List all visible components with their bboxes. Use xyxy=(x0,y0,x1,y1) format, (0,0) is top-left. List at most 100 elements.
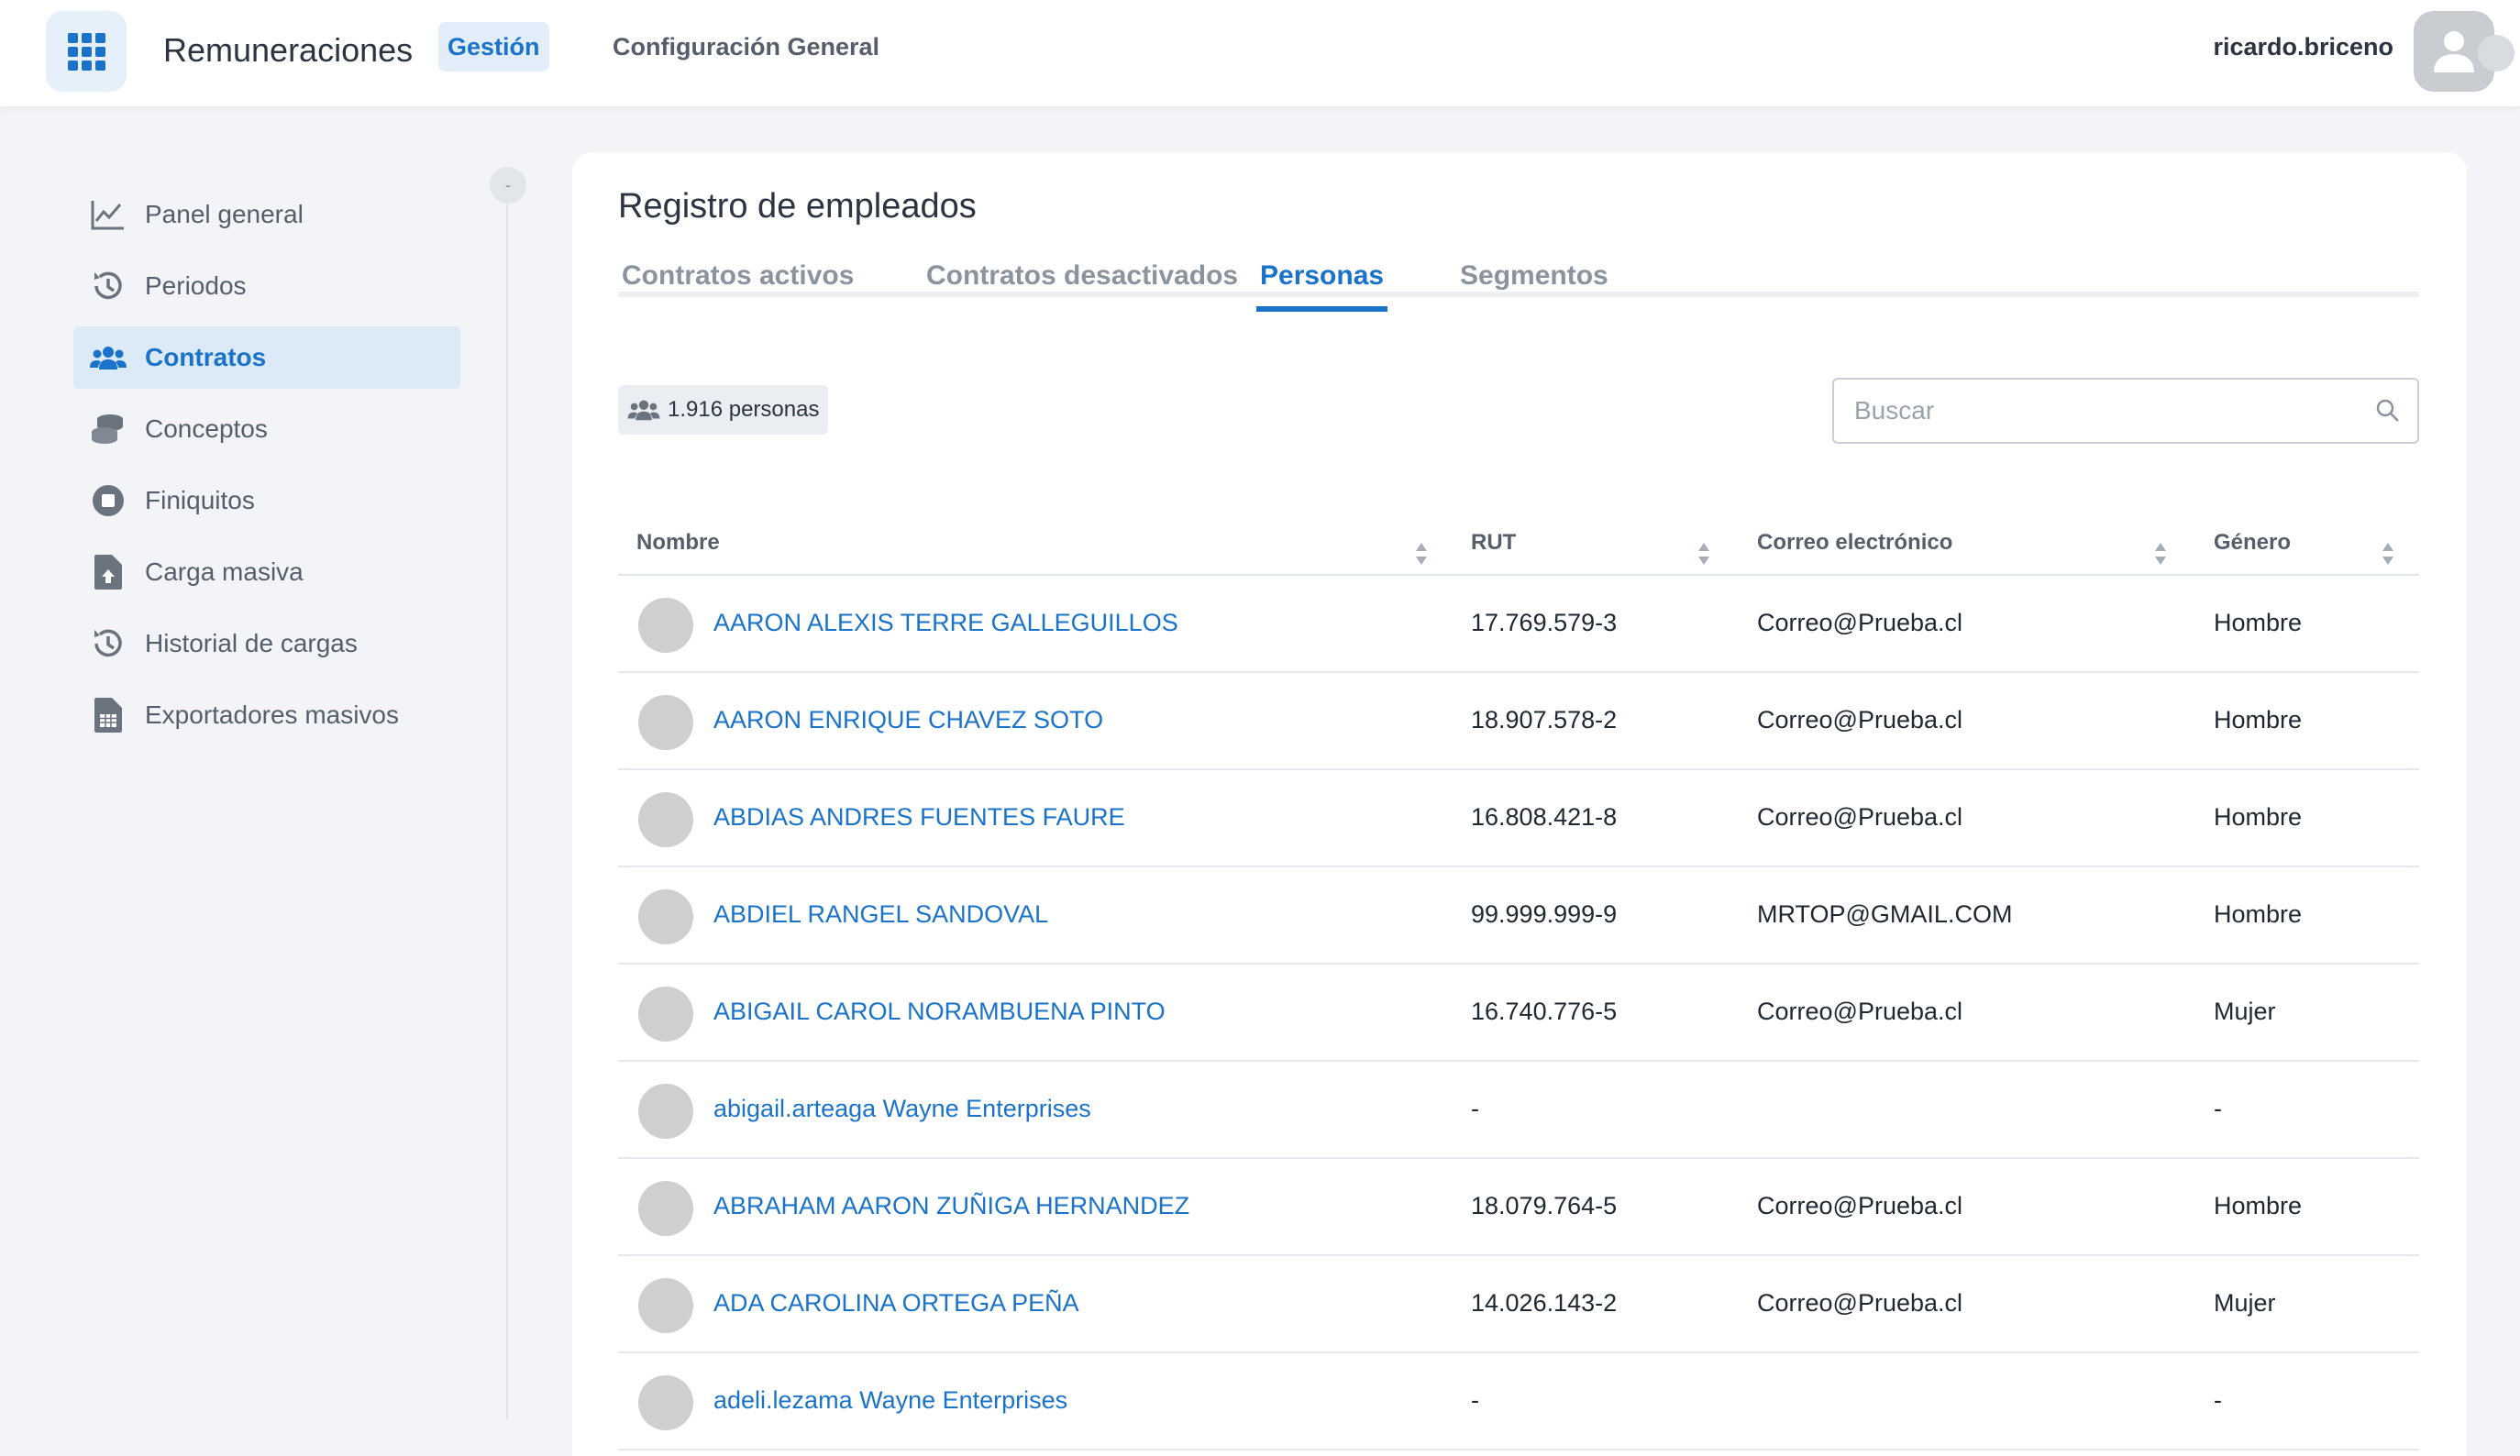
employee-name-link[interactable]: ABIGAIL CAROL NORAMBUENA PINTO xyxy=(713,998,1166,1026)
tab-contratos-desactivados[interactable]: Contratos desactivados xyxy=(926,260,1238,306)
avatar xyxy=(638,1278,693,1333)
rut-cell: 99.999.999-9 xyxy=(1471,900,1618,928)
sidebar-item-historial-de-cargas[interactable]: Historial de cargas xyxy=(73,612,460,675)
file-spreadsheet-icon xyxy=(90,697,127,734)
gender-cell: Hombre xyxy=(2214,900,2303,928)
email-cell: Correo@Prueba.cl xyxy=(1757,706,1963,734)
tab-personas[interactable]: Personas xyxy=(1256,260,1388,312)
users-icon xyxy=(627,400,660,421)
employee-name-link[interactable]: adeli.lezama Wayne Enterprises xyxy=(713,1386,1067,1415)
sidebar-item-periodos[interactable]: Periodos xyxy=(73,255,460,317)
people-count-label: 1.916 personas xyxy=(668,397,820,422)
rut-cell: 16.740.776-5 xyxy=(1471,998,1618,1025)
main-card: Registro de empleados Contratos activos … xyxy=(572,152,2467,1456)
employee-name-link[interactable]: ADA CAROLINA ORTEGA PEÑA xyxy=(713,1289,1079,1318)
table-row: ABDIAS ANDRES FUENTES FAURE 16.808.421-8… xyxy=(618,770,2419,867)
table-row: AARON ENRIQUE CHAVEZ SOTO 18.907.578-2 C… xyxy=(618,673,2419,770)
table-row: ADA CAROLINA ORTEGA PEÑA 14.026.143-2 Co… xyxy=(618,1256,2419,1353)
gender-cell: Hombre xyxy=(2214,609,2303,636)
people-count-badge: 1.916 personas xyxy=(618,385,829,435)
email-cell: Correo@Prueba.cl xyxy=(1757,803,1963,831)
table-row: ABIGAIL CAROL NORAMBUENA PINTO 16.740.77… xyxy=(618,965,2419,1062)
email-cell: Correo@Prueba.cl xyxy=(1757,998,1963,1025)
sort-icon[interactable] xyxy=(2153,541,2168,567)
table-row: ABDIEL RANGEL SANDOVAL 99.999.999-9 MRTO… xyxy=(618,867,2419,965)
search-input[interactable] xyxy=(1834,380,2348,442)
sort-icon[interactable] xyxy=(2381,541,2395,567)
tabs: Contratos activos Contratos desactivados… xyxy=(618,260,2419,312)
table-row: adeli.lezama Wayne Enterprises - - xyxy=(618,1353,2419,1450)
nav-gestion[interactable]: Gestión xyxy=(438,22,549,72)
avatar xyxy=(638,987,693,1042)
sidebar-item-label: Carga masiva xyxy=(145,557,304,586)
table-header: Nombre RUT Correo electrónico Género xyxy=(618,523,2419,576)
sidebar-item-label: Historial de cargas xyxy=(145,629,358,657)
rut-cell: 16.808.421-8 xyxy=(1471,803,1618,831)
avatar xyxy=(638,1084,693,1139)
column-header-nombre[interactable]: Nombre xyxy=(636,530,720,556)
sidebar-item-panel-general[interactable]: Panel general xyxy=(73,183,460,246)
sidebar: Panel general Periodos Contratos Concept… xyxy=(73,183,460,756)
sidebar-item-conceptos[interactable]: Conceptos xyxy=(73,398,460,460)
email-cell: Correo@Prueba.cl xyxy=(1757,1289,1963,1317)
user-icon xyxy=(2434,31,2474,72)
rut-cell: 17.769.579-3 xyxy=(1471,609,1618,636)
sidebar-item-label: Conceptos xyxy=(145,414,268,443)
users-icon xyxy=(90,339,127,376)
avatar xyxy=(638,889,693,944)
sidebar-collapse-button[interactable]: - xyxy=(490,167,526,204)
sidebar-item-carga-masiva[interactable]: Carga masiva xyxy=(73,541,460,603)
table-row: abigail.arteaga Wayne Enterprises - - xyxy=(618,1062,2419,1159)
gender-cell: Mujer xyxy=(2214,998,2276,1025)
table-row: AARON ALEXIS TERRE GALLEGUILLOS 17.769.5… xyxy=(618,576,2419,673)
apps-menu-button[interactable] xyxy=(46,11,127,92)
sidebar-item-label: Exportadores masivos xyxy=(145,700,400,729)
email-cell: Correo@Prueba.cl xyxy=(1757,1192,1963,1219)
chart-line-icon xyxy=(90,196,127,233)
column-header-genero[interactable]: Género xyxy=(2214,530,2291,556)
sidebar-item-label: Panel general xyxy=(145,200,304,228)
employee-name-link[interactable]: ABDIEL RANGEL SANDOVAL xyxy=(713,900,1048,929)
sidebar-item-label: Periodos xyxy=(145,271,247,300)
rut-cell: - xyxy=(1471,1386,1479,1414)
sidebar-item-label: Contratos xyxy=(145,343,267,371)
coins-icon xyxy=(90,411,127,447)
rut-cell: - xyxy=(1471,1095,1479,1122)
column-header-rut[interactable]: RUT xyxy=(1471,530,1516,556)
employee-name-link[interactable]: AARON ALEXIS TERRE GALLEGUILLOS xyxy=(713,609,1178,637)
gender-cell: Hombre xyxy=(2214,1192,2303,1219)
stop-circle-icon xyxy=(90,482,127,519)
page-title: Registro de empleados xyxy=(618,187,977,226)
employee-name-link[interactable]: ABRAHAM AARON ZUÑIGA HERNANDEZ xyxy=(713,1192,1189,1220)
employees-table: Nombre RUT Correo electrónico Género AAR… xyxy=(618,523,2419,1450)
email-cell: MRTOP@GMAIL.COM xyxy=(1757,900,2013,928)
employee-name-link[interactable]: abigail.arteaga Wayne Enterprises xyxy=(713,1095,1091,1123)
avatar xyxy=(638,695,693,750)
gender-cell: Hombre xyxy=(2214,803,2303,831)
avatar xyxy=(638,1181,693,1236)
sidebar-divider xyxy=(506,204,508,1419)
top-bar: Remuneraciones Gestión Configuración Gen… xyxy=(0,0,2520,106)
tab-contratos-activos[interactable]: Contratos activos xyxy=(622,260,854,306)
sidebar-item-exportadores-masivos[interactable]: Exportadores masivos xyxy=(73,684,460,746)
gender-cell: Hombre xyxy=(2214,706,2303,734)
history-icon xyxy=(90,625,127,662)
sidebar-item-finiquitos[interactable]: Finiquitos xyxy=(73,469,460,532)
sort-icon[interactable] xyxy=(1414,541,1429,567)
gender-cell: - xyxy=(2214,1095,2222,1122)
employee-name-link[interactable]: AARON ENRIQUE CHAVEZ SOTO xyxy=(713,706,1103,734)
sort-icon[interactable] xyxy=(1697,541,1711,567)
nav-configuracion-general[interactable]: Configuración General xyxy=(613,22,879,72)
search-icon[interactable] xyxy=(2375,398,2401,424)
avatar xyxy=(638,792,693,847)
sidebar-item-contratos[interactable]: Contratos xyxy=(73,326,460,389)
avatar xyxy=(638,598,693,653)
gender-cell: - xyxy=(2214,1386,2222,1414)
gender-cell: Mujer xyxy=(2214,1289,2276,1317)
history-icon xyxy=(90,268,127,304)
column-header-correo[interactable]: Correo electrónico xyxy=(1757,530,1952,556)
sidebar-item-label: Finiquitos xyxy=(145,486,255,514)
employee-name-link[interactable]: ABDIAS ANDRES FUENTES FAURE xyxy=(713,803,1125,832)
username[interactable]: ricardo.briceno xyxy=(2213,33,2393,61)
tab-segmentos[interactable]: Segmentos xyxy=(1460,260,1608,306)
